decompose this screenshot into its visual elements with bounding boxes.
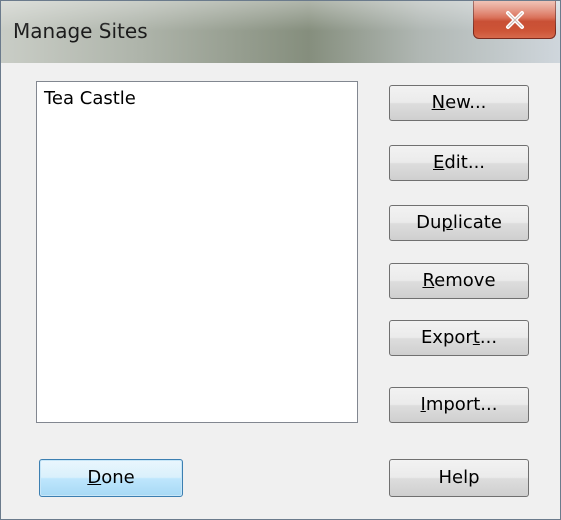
done-label-post: one bbox=[101, 467, 135, 488]
export-label-pre: Expor bbox=[420, 327, 473, 348]
done-label-mnemonic: D bbox=[87, 467, 102, 488]
export-button[interactable]: Export... bbox=[389, 320, 529, 356]
duplicate-label-post: licate bbox=[452, 212, 502, 233]
edit-button[interactable]: Edit... bbox=[389, 145, 529, 181]
duplicate-label-pre: Du bbox=[416, 212, 442, 233]
sites-list[interactable]: Tea Castle bbox=[36, 81, 358, 423]
help-button[interactable]: Help bbox=[389, 459, 529, 497]
import-label-post: mport... bbox=[425, 394, 498, 415]
list-item[interactable]: Tea Castle bbox=[44, 88, 136, 109]
new-label-post: ew... bbox=[445, 92, 487, 113]
duplicate-label-mnemonic: p bbox=[441, 212, 453, 233]
close-button[interactable] bbox=[473, 1, 556, 39]
dialog-body: Tea Castle New... Edit... Duplicate Remo… bbox=[11, 63, 547, 511]
new-label-mnemonic: N bbox=[431, 92, 446, 113]
done-button[interactable]: Done bbox=[39, 459, 183, 497]
edit-label-mnemonic: E bbox=[432, 152, 445, 173]
remove-label-mnemonic: R bbox=[422, 270, 435, 291]
close-icon bbox=[505, 10, 524, 29]
duplicate-button[interactable]: Duplicate bbox=[389, 205, 529, 241]
export-label-mnemonic: t bbox=[472, 327, 480, 348]
remove-label-post: emove bbox=[434, 270, 496, 291]
remove-button[interactable]: Remove bbox=[389, 263, 529, 299]
new-button[interactable]: New... bbox=[389, 85, 529, 121]
edit-label-post: dit... bbox=[444, 152, 486, 173]
export-label-post: ... bbox=[479, 327, 498, 348]
manage-sites-dialog: Manage Sites Tea Castle New... Edit... D… bbox=[0, 0, 561, 520]
import-button[interactable]: Import... bbox=[389, 387, 529, 423]
window-title: Manage Sites bbox=[13, 19, 148, 43]
title-bar[interactable]: Manage Sites bbox=[1, 1, 560, 63]
